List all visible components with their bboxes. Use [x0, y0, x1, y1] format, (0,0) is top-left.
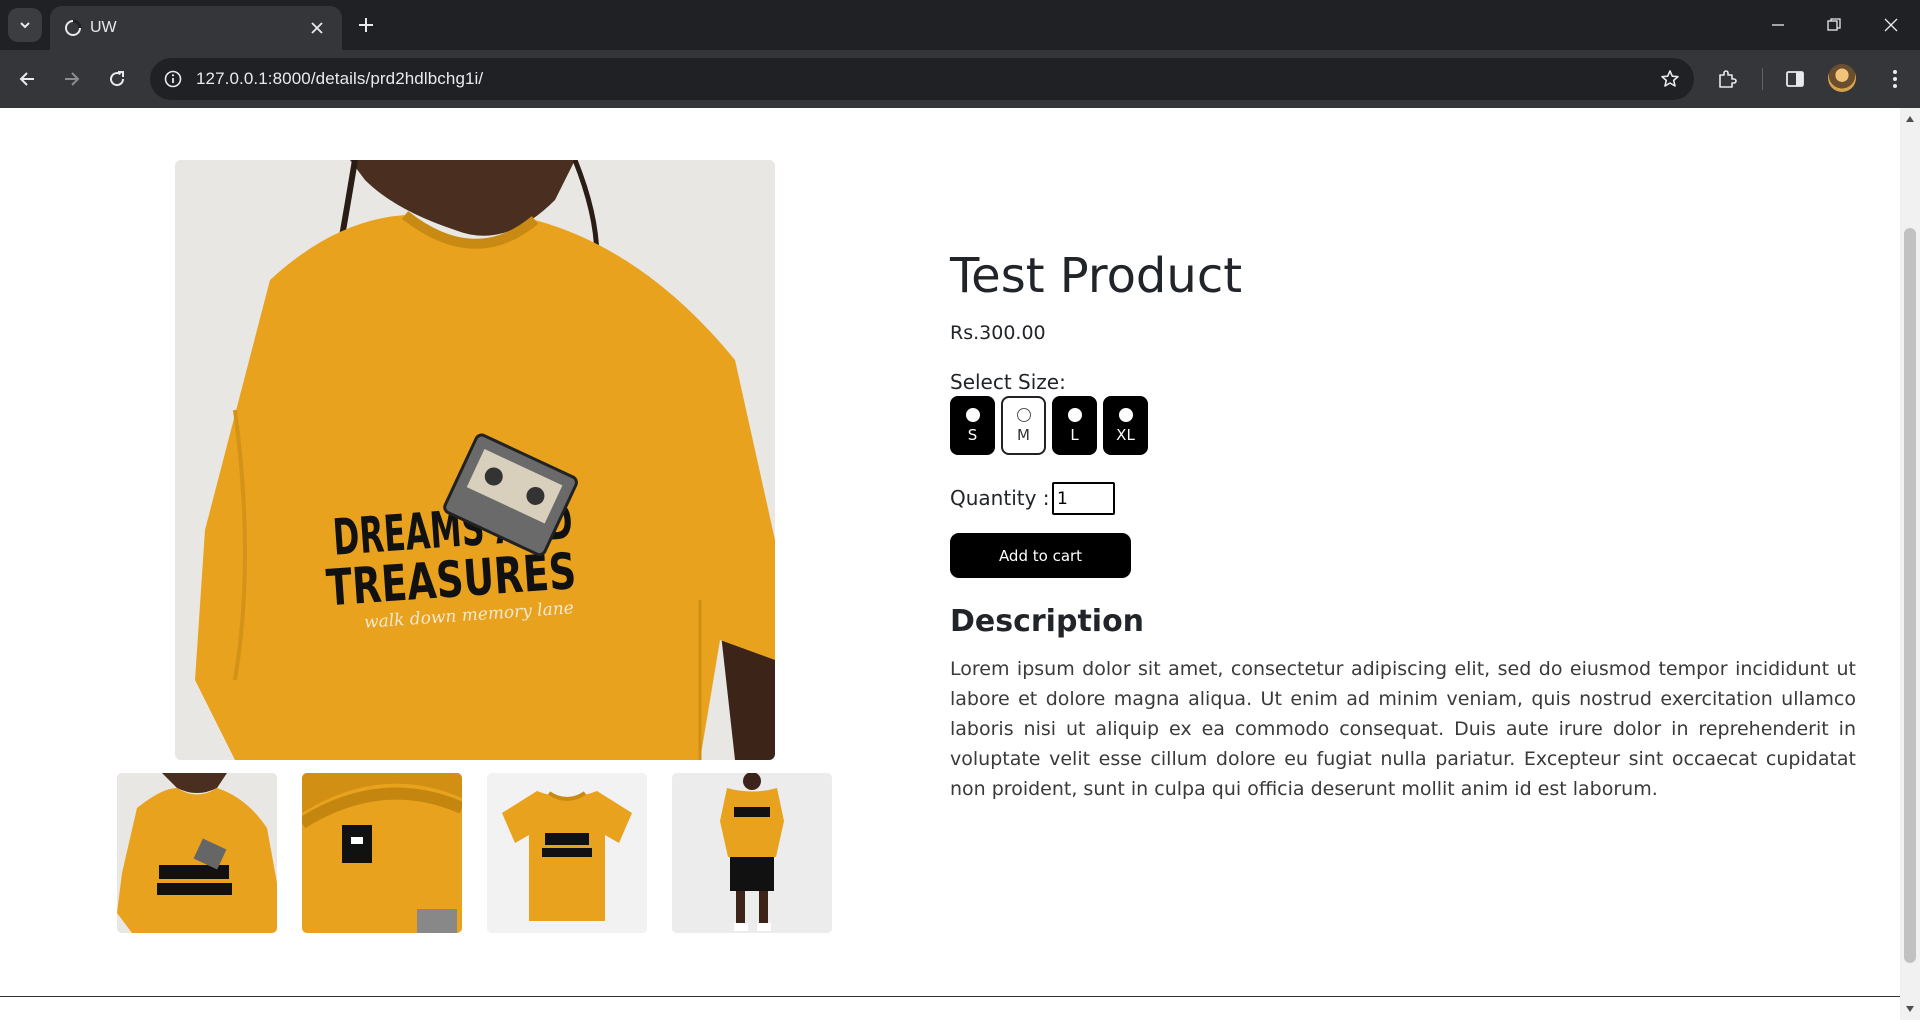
new-tab-button[interactable]: [352, 11, 380, 39]
page-scrollbar[interactable]: [1900, 108, 1920, 1020]
arrow-left-icon: [19, 72, 34, 86]
radio-icon[interactable]: [965, 407, 980, 422]
size-option-label: M: [1017, 425, 1030, 444]
globe-loading-icon: [65, 19, 82, 36]
scroll-up-arrow[interactable]: [1905, 114, 1915, 124]
tab-close-button[interactable]: [306, 17, 328, 39]
thumbnail-collar-closeup[interactable]: [302, 773, 462, 933]
size-option-label: XL: [1116, 425, 1135, 444]
tab-title: UW: [90, 19, 117, 36]
close-icon: [311, 22, 323, 34]
minimize-button[interactable]: [1749, 0, 1807, 50]
size-option-m[interactable]: M: [1001, 396, 1046, 455]
tab-search-button[interactable]: [8, 8, 42, 42]
chrome-menu-button[interactable]: [1877, 61, 1913, 97]
site-info-button[interactable]: [160, 66, 186, 92]
arrow-right-icon: [65, 72, 80, 86]
address-bar[interactable]: 127.0.0.1:8000/details/prd2hdlbchg1i/: [150, 58, 1694, 100]
thumbnail-image: [672, 773, 832, 933]
back-button[interactable]: [9, 61, 45, 97]
size-option-xl[interactable]: XL: [1103, 396, 1148, 455]
thumbnail-full-body[interactable]: [672, 773, 832, 933]
restore-icon: [1827, 18, 1841, 31]
radio-icon[interactable]: [1067, 407, 1082, 422]
more-vert-icon: [1893, 70, 1897, 88]
reload-icon: [110, 71, 125, 87]
size-option-label: L: [1070, 425, 1079, 444]
add-to-cart-button[interactable]: Add to cart: [950, 533, 1131, 578]
puzzle-icon: [1719, 70, 1737, 88]
reload-button[interactable]: [99, 61, 135, 97]
forward-button[interactable]: [54, 61, 90, 97]
browser-tab-strip: UW: [0, 0, 1920, 50]
triangle-up-icon: [1906, 116, 1914, 122]
product-price: Rs.300.00: [950, 322, 1046, 344]
side-panel-button[interactable]: [1777, 61, 1813, 97]
product-details-page: DREAMS AND TREASURES walk down memory la…: [0, 108, 1900, 1020]
product-title: Test Product: [950, 248, 1243, 304]
size-label: Select Size:: [950, 370, 1066, 394]
triangle-down-icon: [1906, 1006, 1914, 1012]
description-heading: Description: [950, 604, 1145, 639]
scroll-down-arrow[interactable]: [1905, 1004, 1915, 1014]
scrollbar-thumb[interactable]: [1904, 228, 1916, 963]
minimize-icon: [1772, 24, 1784, 26]
radio-icon[interactable]: [1118, 407, 1133, 422]
toolbar-divider: [1762, 68, 1763, 90]
description-text: Lorem ipsum dolor sit amet, consectetur …: [950, 658, 1856, 800]
radio-icon[interactable]: [1016, 407, 1031, 422]
info-icon: [164, 70, 182, 88]
plus-icon: [359, 18, 373, 32]
url-text[interactable]: 127.0.0.1:8000/details/prd2hdlbchg1i/: [196, 69, 483, 89]
thumbnail-image: [302, 773, 462, 933]
browser-tab[interactable]: UW: [50, 6, 342, 50]
thumbnail-image: [117, 773, 277, 933]
size-option-label: S: [967, 425, 978, 444]
thumbnail-image: [487, 773, 647, 933]
restore-button[interactable]: [1805, 0, 1863, 50]
tshirt-model-image: DREAMS AND TREASURES walk down memory la…: [175, 160, 775, 760]
bookmark-button[interactable]: [1656, 65, 1684, 93]
close-window-button[interactable]: [1862, 0, 1920, 50]
main-product-image: DREAMS AND TREASURES walk down memory la…: [175, 160, 775, 760]
size-selector: S M L XL: [950, 396, 1148, 455]
chevron-down-icon: [20, 22, 30, 29]
quantity-label: Quantity :: [950, 486, 1050, 510]
thumbnail-flat-lay[interactable]: [487, 773, 647, 933]
size-option-s[interactable]: S: [950, 396, 995, 455]
extensions-button[interactable]: [1709, 61, 1745, 97]
footer-divider: [0, 996, 1900, 997]
thumbnail-model-front[interactable]: [117, 773, 277, 933]
browser-toolbar: 127.0.0.1:8000/details/prd2hdlbchg1i/: [0, 50, 1920, 108]
side-panel-icon: [1786, 71, 1804, 87]
size-option-l[interactable]: L: [1052, 396, 1097, 455]
profile-avatar[interactable]: [1828, 64, 1856, 92]
close-icon: [1884, 18, 1898, 32]
quantity-input[interactable]: [1052, 482, 1115, 515]
star-icon: [1661, 70, 1679, 87]
